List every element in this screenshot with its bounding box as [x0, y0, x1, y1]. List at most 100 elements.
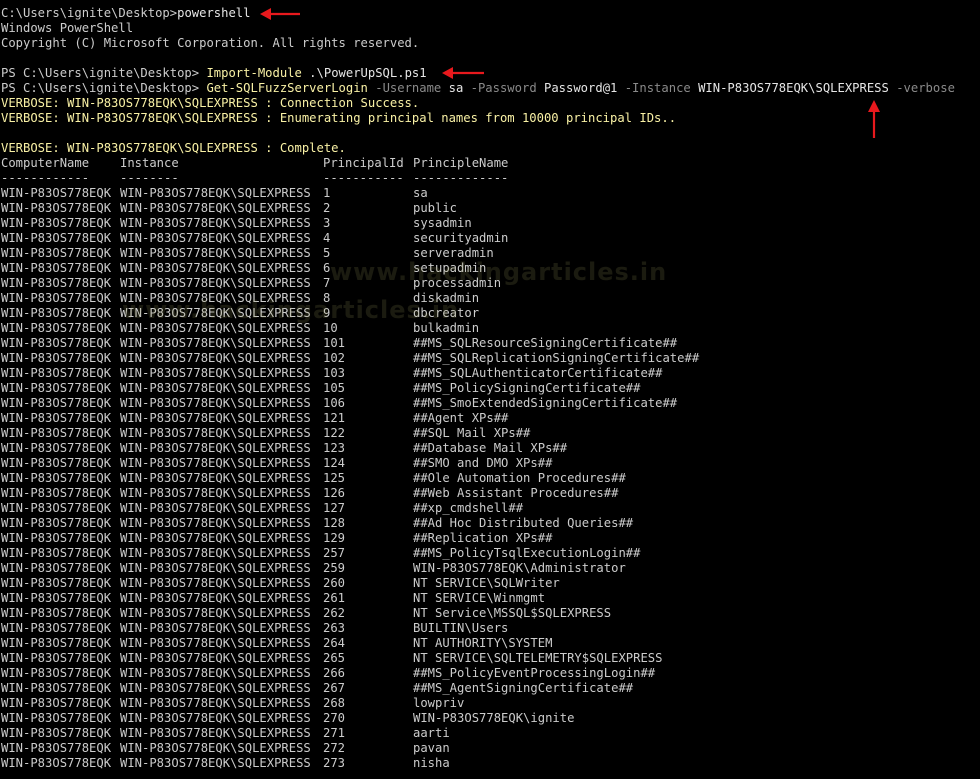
cell-instance: WIN-P83OS778EQK\SQLEXPRESS: [120, 261, 311, 275]
table-row: WIN-P83OS778EQK WIN-P83OS778EQK\SQLEXPRES…: [1, 636, 980, 651]
cell-principlename: ##MS_SQLReplicationSigningCertificate##: [413, 351, 700, 365]
cell-instance: WIN-P83OS778EQK\SQLEXPRESS: [120, 381, 311, 395]
cell-instance: WIN-P83OS778EQK\SQLEXPRESS: [120, 411, 311, 425]
cell-principalid: 129: [323, 531, 346, 545]
cell-instance: WIN-P83OS778EQK\SQLEXPRESS: [120, 456, 311, 470]
table-row: WIN-P83OS778EQK WIN-P83OS778EQK\SQLEXPRES…: [1, 501, 980, 516]
cell-principlename: ##MS_PolicyTsqlExecutionLogin##: [413, 546, 641, 560]
cell-computername: WIN-P83OS778EQK: [1, 576, 112, 590]
cell-instance: WIN-P83OS778EQK\SQLEXPRESS: [120, 516, 311, 530]
cell-principlename: sa: [413, 186, 428, 200]
watermark: www.hackingarticles.in: [330, 258, 668, 286]
table-row: WIN-P83OS778EQK WIN-P83OS778EQK\SQLEXPRES…: [1, 606, 980, 621]
cell-principalid: 270: [323, 711, 346, 725]
cell-principalid: 103: [323, 366, 346, 380]
terminal-line: Windows PowerShell: [1, 21, 134, 35]
table-row: WIN-P83OS778EQK WIN-P83OS778EQK\SQLEXPRES…: [1, 426, 980, 441]
cell-computername: WIN-P83OS778EQK: [1, 201, 112, 215]
cell-computername: WIN-P83OS778EQK: [1, 606, 112, 620]
cell-principalid: 267: [323, 681, 346, 695]
cell-principlename: BUILTIN\Users: [413, 621, 509, 635]
cell-computername: WIN-P83OS778EQK: [1, 186, 112, 200]
cell-principalid: 122: [323, 426, 346, 440]
cell-principalid: 1: [323, 186, 331, 200]
cell-instance: WIN-P83OS778EQK\SQLEXPRESS: [120, 276, 311, 290]
command-text: powershell: [177, 6, 251, 20]
ps-prompt: PS C:\Users\ignite\Desktop>: [1, 66, 207, 80]
cell-instance: WIN-P83OS778EQK\SQLEXPRESS: [120, 576, 311, 590]
cell-instance: WIN-P83OS778EQK\SQLEXPRESS: [120, 606, 311, 620]
cell-principlename: ##Web Assistant Procedures##: [413, 486, 619, 500]
cell-principalid: 4: [323, 231, 331, 245]
table-separator-row: ------------ -------- ----------- ------…: [1, 171, 980, 186]
table-row: WIN-P83OS778EQK WIN-P83OS778EQK\SQLEXPRES…: [1, 381, 980, 396]
cell-principlename: NT SERVICE\SQLTELEMETRY$SQLEXPRESS: [413, 651, 663, 665]
cell-principalid: 266: [323, 666, 346, 680]
cell-computername: WIN-P83OS778EQK: [1, 411, 112, 425]
cell-principlename: ##SQL Mail XPs##: [413, 426, 531, 440]
table-row: WIN-P83OS778EQK WIN-P83OS778EQK\SQLEXPRES…: [1, 726, 980, 741]
cell-principlename: WIN-P83OS778EQK\ignite: [413, 711, 575, 725]
cell-instance: WIN-P83OS778EQK\SQLEXPRESS: [120, 336, 311, 350]
table-row: WIN-P83OS778EQK WIN-P83OS778EQK\SQLEXPRES…: [1, 486, 980, 501]
command-name: Get-SQLFuzzServerLogin: [206, 81, 368, 95]
table-row: WIN-P83OS778EQK WIN-P83OS778EQK\SQLEXPRES…: [1, 201, 980, 216]
cell-computername: WIN-P83OS778EQK: [1, 276, 112, 290]
cell-computername: WIN-P83OS778EQK: [1, 561, 112, 575]
cell-principalid: 260: [323, 576, 346, 590]
cell-principlename: ##Agent XPs##: [413, 411, 509, 425]
cell-instance: WIN-P83OS778EQK\SQLEXPRESS: [120, 471, 311, 485]
cell-principalid: 121: [323, 411, 346, 425]
cell-computername: WIN-P83OS778EQK: [1, 231, 112, 245]
terminal-line: C:\Users\ignite\Desktop>powershell: [1, 6, 980, 21]
cell-instance: WIN-P83OS778EQK\SQLEXPRESS: [120, 501, 311, 515]
verbose-line: VERBOSE: WIN-P83OS778EQK\SQLEXPRESS : Co…: [1, 96, 420, 110]
table-row: WIN-P83OS778EQK WIN-P83OS778EQK\SQLEXPRES…: [1, 681, 980, 696]
cell-instance: WIN-P83OS778EQK\SQLEXPRESS: [120, 696, 311, 710]
table-row: WIN-P83OS778EQK WIN-P83OS778EQK\SQLEXPRES…: [1, 351, 980, 366]
table-row: WIN-P83OS778EQK WIN-P83OS778EQK\SQLEXPRES…: [1, 186, 980, 201]
cell-instance: WIN-P83OS778EQK\SQLEXPRESS: [120, 711, 311, 725]
cell-principlename: ##MS_SQLAuthenticatorCertificate##: [413, 366, 663, 380]
cell-principalid: 124: [323, 456, 346, 470]
cell-instance: WIN-P83OS778EQK\SQLEXPRESS: [120, 246, 311, 260]
table-row: WIN-P83OS778EQK WIN-P83OS778EQK\SQLEXPRES…: [1, 576, 980, 591]
header-instance: Instance: [120, 156, 179, 170]
cell-computername: WIN-P83OS778EQK: [1, 486, 112, 500]
cell-principlename: ##Replication XPs##: [413, 531, 553, 545]
table-row: WIN-P83OS778EQK WIN-P83OS778EQK\SQLEXPRES…: [1, 396, 980, 411]
param-instance: -Instance: [617, 81, 691, 95]
cell-computername: WIN-P83OS778EQK: [1, 711, 112, 725]
cell-instance: WIN-P83OS778EQK\SQLEXPRESS: [120, 651, 311, 665]
cell-instance: WIN-P83OS778EQK\SQLEXPRESS: [120, 666, 311, 680]
table-row: WIN-P83OS778EQK WIN-P83OS778EQK\SQLEXPRES…: [1, 411, 980, 426]
separator: --------: [120, 171, 179, 185]
table-row: WIN-P83OS778EQK WIN-P83OS778EQK\SQLEXPRES…: [1, 666, 980, 681]
terminal-window[interactable]: C:\Users\ignite\Desktop>powershell Windo…: [1, 6, 980, 771]
cell-computername: WIN-P83OS778EQK: [1, 651, 112, 665]
cell-principlename: pavan: [413, 741, 450, 755]
cell-computername: WIN-P83OS778EQK: [1, 396, 112, 410]
cell-computername: WIN-P83OS778EQK: [1, 336, 112, 350]
terminal-line: PS C:\Users\ignite\Desktop> Get-SQLFuzzS…: [1, 81, 980, 96]
value-username: sa: [441, 81, 464, 95]
cell-principlename: sysadmin: [413, 216, 472, 230]
cell-computername: WIN-P83OS778EQK: [1, 246, 112, 260]
cell-computername: WIN-P83OS778EQK: [1, 216, 112, 230]
cell-computername: WIN-P83OS778EQK: [1, 696, 112, 710]
cell-instance: WIN-P83OS778EQK\SQLEXPRESS: [120, 366, 311, 380]
terminal-line: Copyright (C) Microsoft Corporation. All…: [1, 36, 420, 50]
ps-prompt: PS C:\Users\ignite\Desktop>: [1, 81, 207, 95]
cell-principalid: 125: [323, 471, 346, 485]
cell-computername: WIN-P83OS778EQK: [1, 591, 112, 605]
cell-principalid: 272: [323, 741, 346, 755]
cell-computername: WIN-P83OS778EQK: [1, 426, 112, 440]
cell-principlename: ##MS_SQLResourceSigningCertificate##: [413, 336, 678, 350]
cell-principalid: 273: [323, 756, 346, 770]
cell-principlename: ##MS_PolicyEventProcessingLogin##: [413, 666, 656, 680]
table-row: WIN-P83OS778EQK WIN-P83OS778EQK\SQLEXPRES…: [1, 366, 980, 381]
cell-principalid: 105: [323, 381, 346, 395]
cell-instance: WIN-P83OS778EQK\SQLEXPRESS: [120, 726, 311, 740]
